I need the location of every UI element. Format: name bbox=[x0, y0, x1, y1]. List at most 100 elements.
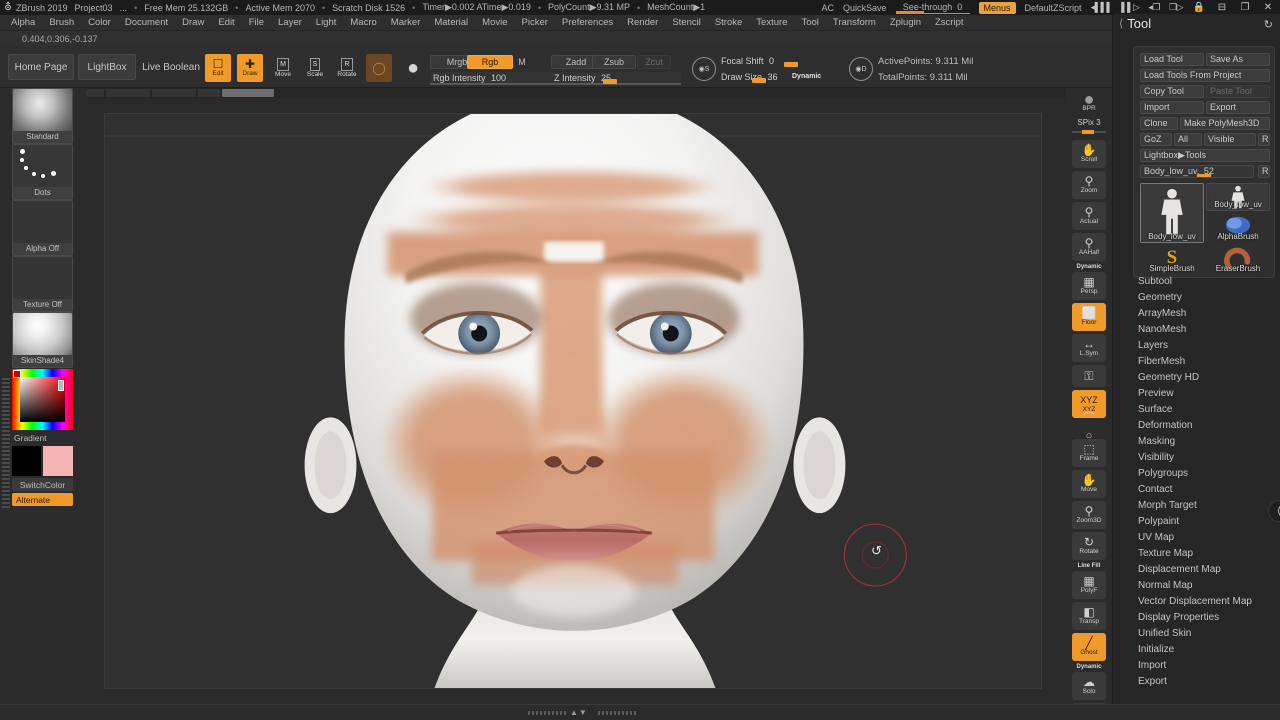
zsub-toggle[interactable]: Zsub bbox=[592, 55, 636, 69]
paste-tool-button[interactable]: Paste Tool bbox=[1206, 85, 1270, 98]
tool-thumb-eraserbrush[interactable]: EraserBrush bbox=[1206, 245, 1270, 275]
focal-shift-slider[interactable]: Focal Shift 0 bbox=[718, 55, 860, 68]
tool-thumb-body-low-uv-small[interactable]: Body_low_uv bbox=[1206, 183, 1270, 211]
rv-small-button-1[interactable]: ○ bbox=[1072, 428, 1106, 444]
menu-item-document[interactable]: Document bbox=[118, 16, 175, 30]
menus-button[interactable]: Menus bbox=[978, 1, 1016, 14]
tool-section-subtool[interactable]: Subtool bbox=[1138, 276, 1172, 287]
restore-icon[interactable]: ❐ bbox=[1238, 2, 1252, 13]
rv-button-rotate[interactable]: ↻ Rotate bbox=[1072, 532, 1106, 560]
menu-item-light[interactable]: Light bbox=[309, 16, 344, 30]
tool-section-arraymesh[interactable]: ArrayMesh bbox=[1138, 308, 1186, 319]
menu-item-stencil[interactable]: Stencil bbox=[665, 16, 708, 30]
tool-section-masking[interactable]: Masking bbox=[1138, 436, 1175, 447]
rv-button-ghost[interactable]: ╱ Ghost bbox=[1072, 633, 1106, 661]
menu-item-macro[interactable]: Macro bbox=[343, 16, 383, 30]
lightbox-button[interactable]: LightBox bbox=[78, 54, 136, 80]
tool-section-deformation[interactable]: Deformation bbox=[1138, 420, 1192, 431]
tool-section-polygroups[interactable]: Polygroups bbox=[1138, 468, 1188, 479]
menu-item-layer[interactable]: Layer bbox=[271, 16, 309, 30]
material-palette[interactable]: SkinShade4 bbox=[12, 312, 73, 368]
texture-palette[interactable]: Texture Off bbox=[12, 256, 73, 312]
scroll-thumb[interactable] bbox=[222, 89, 274, 97]
tool-section-fibermesh[interactable]: FiberMesh bbox=[1138, 356, 1185, 367]
tool-thumb-body-low-uv[interactable]: Body_low_uv bbox=[1140, 183, 1204, 243]
tool-section-layers[interactable]: Layers bbox=[1138, 340, 1168, 351]
load-tools-from-project-button[interactable]: Load Tools From Project bbox=[1140, 69, 1270, 82]
rv-button-aahalf[interactable]: ⚲ AAHalf bbox=[1072, 233, 1106, 261]
tray-expand-left-icon[interactable]: ◂❐ bbox=[1148, 2, 1160, 13]
menu-item-color[interactable]: Color bbox=[81, 16, 118, 30]
m-toggle[interactable]: M bbox=[513, 55, 531, 69]
default-zscript-label[interactable]: DefaultZScript bbox=[1025, 3, 1082, 13]
tool-section-polypaint[interactable]: Polypaint bbox=[1138, 516, 1179, 527]
clone-button[interactable]: Clone bbox=[1140, 117, 1178, 130]
home-page-button[interactable]: Home Page bbox=[8, 54, 74, 80]
rv-button-floor[interactable]: ⬜ Floor bbox=[1072, 303, 1106, 331]
menu-item-edit[interactable]: Edit bbox=[211, 16, 241, 30]
tool-section-texture-map[interactable]: Texture Map bbox=[1138, 548, 1193, 559]
menu-item-transform[interactable]: Transform bbox=[826, 16, 883, 30]
tray-left-icon[interactable]: ◂▌▌▌ bbox=[1091, 2, 1113, 13]
tool-section-display-properties[interactable]: Display Properties bbox=[1138, 612, 1219, 623]
rv-button-polyf[interactable]: ▦ PolyF bbox=[1072, 571, 1106, 599]
spix-knob[interactable] bbox=[1082, 130, 1094, 134]
rv-button-solo[interactable]: ☁ Solo bbox=[1072, 672, 1106, 700]
tray-right-icon[interactable]: ▌▌▷ bbox=[1121, 2, 1140, 13]
rgb-intensity-slider[interactable]: Rgb Intensity 100 bbox=[430, 72, 570, 85]
alpha-palette[interactable]: Alpha Off bbox=[12, 200, 73, 256]
dynamic-badge[interactable]: Dynamic bbox=[792, 73, 821, 80]
load-tool-button[interactable]: Load Tool bbox=[1140, 53, 1204, 66]
tool-section-displacement-map[interactable]: Displacement Map bbox=[1138, 564, 1221, 575]
rv-small-button-0[interactable]: ⌒ bbox=[1072, 410, 1106, 426]
rv-button-transp[interactable]: ◧ Transp bbox=[1072, 602, 1106, 630]
menu-item-file[interactable]: File bbox=[242, 16, 271, 30]
menu-item-zscript[interactable]: Zscript bbox=[928, 16, 971, 30]
tool-section-visibility[interactable]: Visibility bbox=[1138, 452, 1174, 463]
goz-all-button[interactable]: All bbox=[1174, 133, 1202, 146]
tool-section-initialize[interactable]: Initialize bbox=[1138, 644, 1174, 655]
tool-section-preview[interactable]: Preview bbox=[1138, 388, 1174, 399]
draw-button[interactable]: ✚ Draw bbox=[237, 54, 263, 82]
tool-section-geometry[interactable]: Geometry bbox=[1138, 292, 1182, 303]
make-polymesh3d-button[interactable]: Make PolyMesh3D bbox=[1180, 117, 1270, 130]
rv-button-transp-lock-icon[interactable]: ⚿ bbox=[1072, 365, 1106, 387]
menu-item-material[interactable]: Material bbox=[427, 16, 475, 30]
tool-thumb-simplebrush[interactable]: S SimpleBrush bbox=[1140, 245, 1204, 275]
tool-section-import[interactable]: Import bbox=[1138, 660, 1166, 671]
brush-s-icon[interactable]: ◉S bbox=[692, 57, 716, 81]
menu-item-alpha[interactable]: Alpha bbox=[4, 16, 42, 30]
import-button[interactable]: Import bbox=[1140, 101, 1204, 114]
brush-d-icon[interactable]: ◉D bbox=[849, 57, 873, 81]
scale-button[interactable]: S Scale bbox=[302, 54, 328, 82]
tray-expand-right-icon[interactable]: ❐▷ bbox=[1169, 2, 1184, 13]
rv-button-zoom[interactable]: ⚲ Zoom bbox=[1072, 171, 1106, 199]
menu-item-picker[interactable]: Picker bbox=[515, 16, 555, 30]
document-canvas[interactable]: ↺ bbox=[104, 113, 1042, 689]
primary-color-swatch[interactable] bbox=[12, 446, 41, 476]
canvas-h-scrollbar[interactable] bbox=[86, 88, 1066, 98]
menu-item-tool[interactable]: Tool bbox=[794, 16, 825, 30]
copy-tool-button[interactable]: Copy Tool bbox=[1140, 85, 1204, 98]
see-through-slider[interactable]: See-through 0 bbox=[895, 2, 970, 14]
menu-item-zplugin[interactable]: Zplugin bbox=[883, 16, 928, 30]
rotate-button[interactable]: R Rotate bbox=[334, 54, 360, 82]
tool-section-export[interactable]: Export bbox=[1138, 676, 1167, 687]
tool-section-morph-target[interactable]: Morph Target bbox=[1138, 500, 1197, 511]
tool-section-geometry-hd[interactable]: Geometry HD bbox=[1138, 372, 1199, 383]
goz-r-button[interactable]: R bbox=[1258, 133, 1270, 146]
bottom-grip-right[interactable] bbox=[598, 711, 638, 715]
tool-item-slider[interactable]: Body_low_uv. 52 bbox=[1140, 165, 1254, 178]
menu-item-texture[interactable]: Texture bbox=[749, 16, 794, 30]
tool-section-unified-skin[interactable]: Unified Skin bbox=[1138, 628, 1191, 639]
switch-color-button[interactable]: SwitchColor bbox=[12, 478, 73, 491]
tool-item-knob[interactable] bbox=[1197, 174, 1211, 177]
chevron-left-icon[interactable]: ⟨ bbox=[1119, 17, 1123, 30]
z-intensity-slider[interactable]: Z Intensity 25 bbox=[551, 72, 681, 85]
lightbox-tools-button[interactable]: Lightbox▶Tools bbox=[1140, 149, 1270, 162]
bottom-arrows-icon[interactable]: ▲▼ bbox=[570, 708, 588, 717]
stroke-palette[interactable]: Dots bbox=[12, 144, 73, 200]
rv-button-scroll[interactable]: ✋ Scroll bbox=[1072, 140, 1106, 168]
draw-size-knob[interactable] bbox=[752, 78, 766, 83]
tool-thumb-alphabrush[interactable]: AlphaBrush bbox=[1206, 213, 1270, 243]
